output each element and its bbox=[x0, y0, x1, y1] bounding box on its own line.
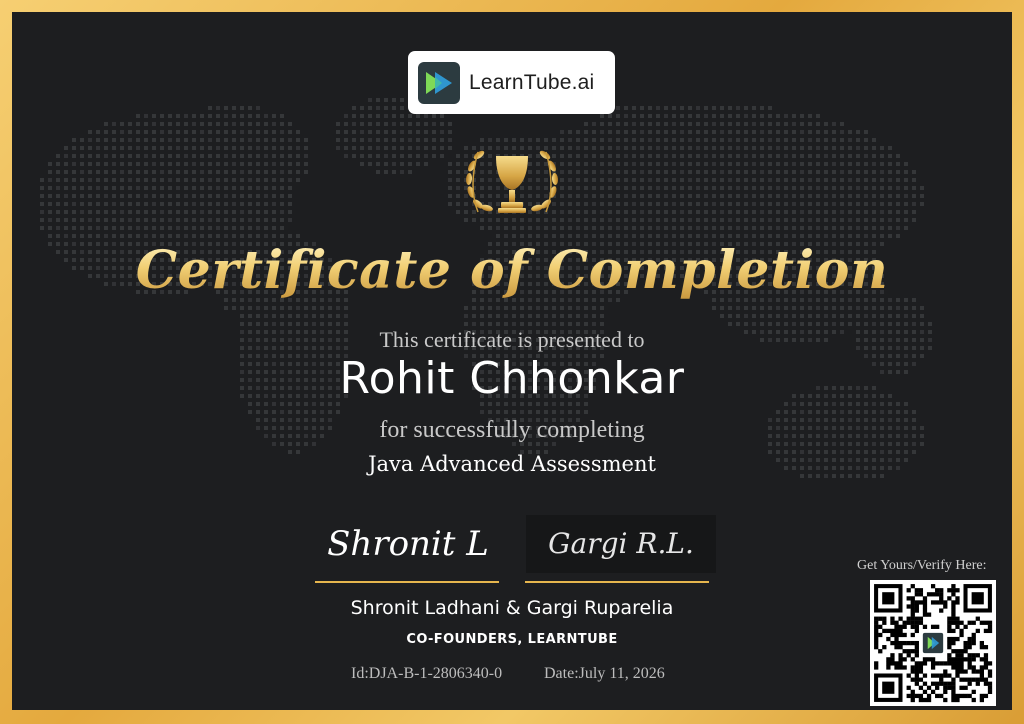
recipient-name: Rohit Chhonkar bbox=[339, 353, 685, 404]
signature-right: Gargi R.L. bbox=[526, 515, 716, 573]
signature-left: Shronit L bbox=[327, 524, 489, 564]
completion-text: for successfully completing bbox=[379, 417, 645, 443]
course-name: Java Advanced Assessment bbox=[368, 452, 656, 476]
qr-code-icon[interactable] bbox=[870, 580, 996, 706]
certificate-frame: LearnTube.ai Certificate of Completion T… bbox=[0, 0, 1024, 724]
certificate-date: Date:July 11, 2026 bbox=[544, 665, 665, 682]
brand-logo-card: LearnTube.ai bbox=[408, 51, 615, 114]
certificate-title: Certificate of Completion bbox=[12, 240, 1012, 301]
trophy-laurel-icon bbox=[465, 150, 559, 213]
signature-line-right bbox=[525, 581, 709, 583]
founder-names: Shronit Ladhani & Gargi Ruparelia bbox=[350, 597, 674, 619]
founder-role: CO-FOUNDERS, LEARNTUBE bbox=[406, 632, 618, 647]
signature-line-left bbox=[315, 581, 499, 583]
verify-label: Get Yours/Verify Here: bbox=[857, 558, 987, 573]
brand-name: LearnTube.ai bbox=[469, 70, 595, 94]
play-arrow-logo-icon bbox=[418, 61, 460, 104]
certificate-panel: LearnTube.ai Certificate of Completion T… bbox=[12, 12, 1012, 710]
presented-text: This certificate is presented to bbox=[379, 327, 645, 352]
certificate-id: Id:DJA-B-1-2806340-0 bbox=[351, 665, 503, 682]
